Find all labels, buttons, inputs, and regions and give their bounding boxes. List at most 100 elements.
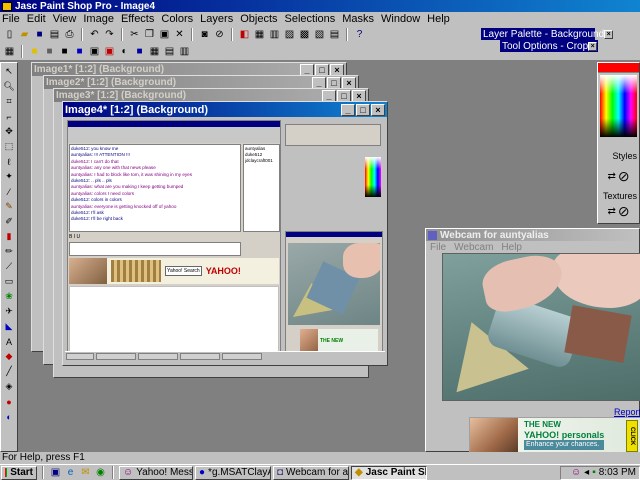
tool-options-icon[interactable]: ▥ [268,28,281,41]
picture-tube-icon[interactable]: ❀ [3,290,16,303]
menu-image[interactable]: Image [83,13,114,25]
minimize-icon[interactable]: _ [300,63,314,76]
clock[interactable]: 8:03 PM [599,467,636,478]
script-icon[interactable]: ▤ [328,28,341,41]
copy-icon[interactable]: ❐ [143,28,156,41]
black-swatch-icon[interactable]: ■ [58,45,71,58]
paintbrush-tool-icon[interactable]: ✎ [3,200,16,213]
menu-objects[interactable]: Objects [240,13,277,25]
grid-small-icon[interactable]: ▦ [148,45,161,58]
swap-icon[interactable]: ⇄ [607,171,615,182]
menu-window[interactable]: Window [381,13,420,25]
network-icon[interactable]: ▪ [592,467,596,478]
blue-square-icon[interactable]: ■ [133,45,146,58]
layer-palette-icon[interactable]: ▩ [298,28,311,41]
webcam-ad-banner[interactable]: THE NEW YAHOO! personals Enhance your ch… [469,417,640,453]
menu-help[interactable]: Help [427,13,450,25]
webcam-menu-webcam[interactable]: Webcam [454,242,493,253]
red-blue-icon[interactable]: ● [3,395,16,408]
outlook-icon[interactable]: ✉ [79,466,92,479]
overview-icon[interactable]: ▨ [283,28,296,41]
menu-colors[interactable]: Colors [161,13,193,25]
dropper-tool-icon[interactable]: ⁄ [3,185,16,198]
blue-drop-icon[interactable]: ◐ [3,410,16,423]
image4-window[interactable]: Image4* [1:2] (Background) _ □ × duke512: … [62,101,388,366]
image4-title-bar[interactable]: Image4* [1:2] (Background) _ □ × [63,102,387,117]
object-selector-icon[interactable]: ◈ [3,380,16,393]
task-msat-clay[interactable]: ● *g.MSATClayArt... [195,465,271,480]
freehand-tool-icon[interactable]: ℓ [3,155,16,168]
minimize-icon[interactable]: _ [322,89,336,102]
save-icon[interactable]: ■ [33,28,46,41]
maximize-icon[interactable]: □ [337,89,351,102]
draw-tool-icon[interactable]: ╱ [3,365,16,378]
color-palette-icon[interactable]: ◧ [238,28,251,41]
maximize-icon[interactable]: □ [327,76,341,89]
menu-selections[interactable]: Selections [285,13,336,25]
move-tool-icon[interactable]: ✥ [3,125,16,138]
text-tool-icon[interactable]: A [3,335,16,348]
desktop-icon[interactable]: ▣ [49,466,62,479]
preset-shape-icon[interactable]: ◆ [3,350,16,363]
new-icon[interactable]: ▯ [3,28,16,41]
volume-icon[interactable]: ◂ [584,467,589,478]
no-texture-icon[interactable]: ⊘ [618,203,630,220]
magic-wand-icon[interactable]: ✦ [3,170,16,183]
cut-icon[interactable]: ✂ [128,28,141,41]
close-icon[interactable]: × [371,103,385,116]
webcam-title-bar[interactable]: Webcam for auntyalias [426,229,639,241]
menu-view[interactable]: View [53,13,77,25]
red-frame-icon[interactable]: ▣ [103,45,116,58]
open-icon[interactable]: ▰ [18,28,31,41]
crop-tool-icon[interactable]: ⌐ [3,110,16,123]
close-icon[interactable]: × [352,89,366,102]
flood-fill-icon[interactable]: ◣ [3,320,16,333]
menu-layers[interactable]: Layers [200,13,233,25]
maximize-icon[interactable]: □ [356,103,370,116]
yellow-swatch-icon[interactable]: ■ [28,45,41,58]
menu-effects[interactable]: Effects [121,13,154,25]
menu-masks[interactable]: Masks [342,13,374,25]
close-icon[interactable]: × [588,41,598,51]
report-link[interactable]: Report Al [614,407,640,417]
layer-palette-title[interactable]: Layer Palette - Background × [481,28,614,40]
scratch-remover-icon[interactable]: ⟋ [3,260,16,273]
selection-tool-icon[interactable]: ⬚ [3,140,16,153]
menu-edit[interactable]: Edit [27,13,46,25]
tool-palette-icon[interactable]: ▦ [253,28,266,41]
close-icon[interactable]: × [604,29,614,39]
histogram-icon[interactable]: ▧ [313,28,326,41]
app-title-bar[interactable]: Jasc Paint Shop Pro - Image4 [0,0,640,12]
swap-texture-icon[interactable]: ⇄ [607,206,615,217]
task-paint-shop-pro[interactable]: ◆ Jasc Paint Sh... [351,465,427,480]
blue-swatch-icon[interactable]: ■ [73,45,86,58]
close-icon[interactable]: × [342,76,356,89]
clone-tool-icon[interactable]: ✐ [3,215,16,228]
browse-icon[interactable]: ▤ [48,28,61,41]
ie-icon[interactable]: e [64,466,77,479]
menu-file[interactable]: File [2,13,20,25]
image4-canvas[interactable]: duke512: you know me auntyalias: !!! ATTE… [65,119,385,363]
zoom-icon[interactable]: ⊘ [213,28,226,41]
styles-swatch[interactable]: ⇄ ⊘ [598,161,639,191]
start-button[interactable]: Start [1,465,37,480]
zoom-tool-icon[interactable]: 🔍︎ [3,80,16,93]
minimize-icon[interactable]: _ [341,103,355,116]
grid-icon[interactable]: ▦ [3,45,16,58]
textures-swatch[interactable]: ⇄ ⊘ [598,201,639,221]
tool-options-title[interactable]: Tool Options - Crop × [500,40,598,52]
airbrush-tool-icon[interactable]: ✈ [3,305,16,318]
help-icon[interactable]: ? [353,28,366,41]
print-icon[interactable]: ⎙ [63,28,76,41]
channel-icon[interactable]: ◉ [94,466,107,479]
redo-icon[interactable]: ↷ [103,28,116,41]
webcam-menu-file[interactable]: File [430,242,446,253]
undo-icon[interactable]: ↶ [88,28,101,41]
color-replacer-icon[interactable]: ▮ [3,230,16,243]
arrow-tool-icon[interactable]: ↖ [3,65,16,78]
webcam-window[interactable]: Webcam for auntyalias File Webcam Help R… [425,228,640,453]
webcam-menu-help[interactable]: Help [501,242,522,253]
tray-icon[interactable]: ☺ [571,467,581,478]
capture-icon[interactable]: ◙ [198,28,211,41]
retouch-tool-icon[interactable]: ✏ [3,245,16,258]
